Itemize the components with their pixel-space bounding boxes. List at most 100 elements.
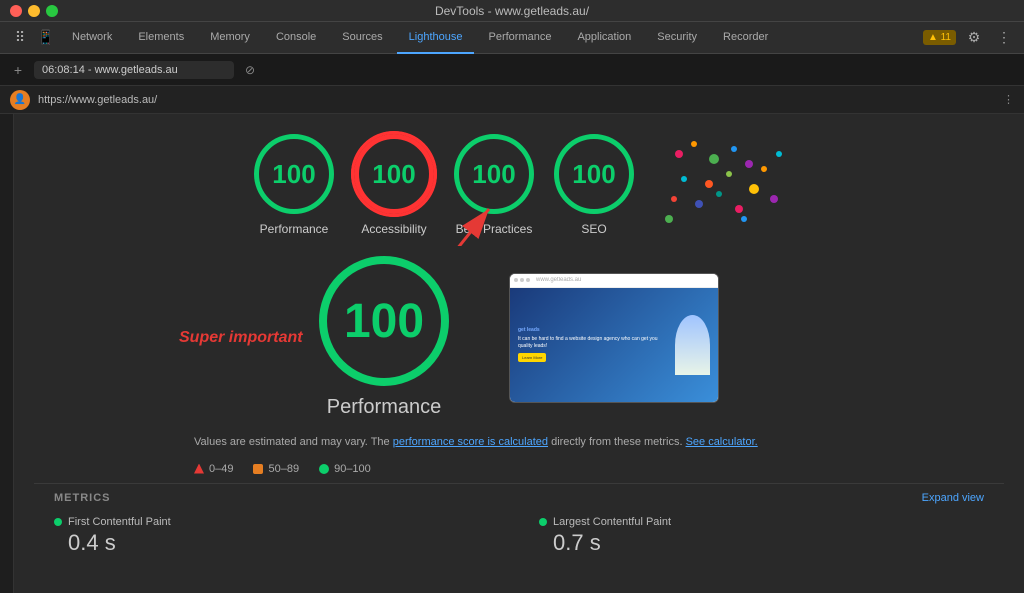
performance-score-link[interactable]: performance score is calculated <box>393 436 548 448</box>
score-circle-accessibility: 100 <box>354 134 434 214</box>
large-score-section: Super important 100 Performance www.getl… <box>14 246 1024 429</box>
tab-recorder[interactable]: Recorder <box>711 22 780 54</box>
tab-memory[interactable]: Memory <box>198 22 262 54</box>
large-score-circle: 100 <box>319 256 449 386</box>
description-text-1: Values are estimated and may vary. The <box>194 436 393 448</box>
scores-row: 100 Performance 100 Accessibility 100 Be… <box>14 114 1024 246</box>
metric-value-lcp: 0.7 s <box>539 530 984 556</box>
preview-nav-dot-3 <box>526 278 530 282</box>
lighthouse-content: 100 Performance 100 Accessibility 100 Be… <box>14 114 1024 593</box>
more-options-icon[interactable]: ⋮ <box>992 26 1016 50</box>
device-toggle-icon[interactable]: 📱 <box>34 26 58 50</box>
metric-dot-lcp <box>539 518 547 526</box>
title-bar: DevTools - www.getleads.au/ <box>0 0 1024 22</box>
warning-badge[interactable]: ▲ 11 <box>923 30 956 45</box>
maximize-button[interactable] <box>46 5 58 17</box>
url-bar: + ⊘ <box>0 54 1024 86</box>
metric-name-lcp: Largest Contentful Paint <box>553 516 671 528</box>
large-score-left: Super important 100 Performance <box>319 256 449 419</box>
settings-icon[interactable]: ⚙ <box>962 26 986 50</box>
score-item-seo: 100 SEO <box>554 134 634 236</box>
nav-menu-icon[interactable]: ⋮ <box>1003 93 1014 106</box>
preview-url-bar: www.getleads.au <box>536 277 714 283</box>
nav-url-text: https://www.getleads.au/ <box>38 94 157 106</box>
score-circle-performance: 100 <box>254 134 334 214</box>
metric-dot-fcp <box>54 518 62 526</box>
preview-headline: It can be hard to find a website design … <box>518 336 669 349</box>
metrics-header: METRICS Expand view <box>54 492 984 504</box>
legend-item-good: 90–100 <box>319 463 371 475</box>
devtools-bar-right: ▲ 11 ⚙ ⋮ <box>923 26 1016 50</box>
score-item-performance: 100 Performance <box>254 134 334 236</box>
preview-hero: get leads It can be hard to find a websi… <box>510 288 718 402</box>
tab-lighthouse[interactable]: Lighthouse <box>397 22 475 54</box>
preview-cta-button: Learn More <box>518 353 546 362</box>
preview-hero-text: get leads It can be hard to find a websi… <box>518 327 669 362</box>
add-tab-icon[interactable]: + <box>8 60 28 80</box>
left-sidebar <box>0 114 14 593</box>
window-title: DevTools - www.getleads.au/ <box>435 4 589 18</box>
metric-item-fcp: First Contentful Paint 0.4 s <box>54 516 499 556</box>
scores-container: 100 Performance 100 Accessibility 100 Be… <box>14 114 1024 246</box>
main-content: 100 Performance 100 Accessibility 100 Be… <box>0 114 1024 593</box>
super-important-label: Super important <box>179 329 303 347</box>
tab-application[interactable]: Application <box>565 22 643 54</box>
metrics-title: METRICS <box>54 492 111 504</box>
legend-icon-fail <box>194 464 204 474</box>
avatar: 👤 <box>10 90 30 110</box>
preview-nav-dot-2 <box>520 278 524 282</box>
legend-icon-average <box>253 464 263 474</box>
close-button[interactable] <box>10 5 22 17</box>
score-label-best-practices: Best Practices <box>456 222 533 236</box>
score-label-seo: SEO <box>581 222 606 236</box>
description-text-2: directly from these metrics. <box>551 436 685 448</box>
preview-logo-text: get leads <box>518 327 669 333</box>
score-item-accessibility: 100 Accessibility <box>354 134 434 236</box>
metric-value-fcp: 0.4 s <box>54 530 499 556</box>
website-preview-inner: www.getleads.au get leads It can be hard… <box>510 274 718 402</box>
metrics-grid: First Contentful Paint 0.4 s Largest Con… <box>54 516 984 556</box>
legend-icon-good <box>319 464 329 474</box>
devtools-tab-bar: ⠿ 📱 Network Elements Memory Console Sour… <box>0 22 1024 54</box>
preview-nav: www.getleads.au <box>510 274 718 288</box>
metric-name-fcp: First Contentful Paint <box>68 516 171 528</box>
calculator-link[interactable]: See calculator. <box>686 436 758 448</box>
confetti-area <box>664 134 784 234</box>
clear-url-icon[interactable]: ⊘ <box>240 60 260 80</box>
score-label-accessibility: Accessibility <box>361 222 426 236</box>
legend-label-average: 50–89 <box>268 463 299 475</box>
tab-sources[interactable]: Sources <box>330 22 394 54</box>
expand-view-button[interactable]: Expand view <box>922 492 984 504</box>
score-value-best-practices: 100 <box>472 159 515 190</box>
legend-item-fail: 0–49 <box>194 463 233 475</box>
legend-label-fail: 0–49 <box>209 463 233 475</box>
legend-label-good: 90–100 <box>334 463 371 475</box>
tab-console[interactable]: Console <box>264 22 328 54</box>
devtools-toggle-icon[interactable]: ⠿ <box>8 26 32 50</box>
nav-url-row: 👤 https://www.getleads.au/ ⋮ <box>0 86 1024 114</box>
url-input[interactable] <box>34 61 234 79</box>
traffic-lights <box>10 5 58 17</box>
score-value-accessibility: 100 <box>372 159 415 190</box>
preview-nav-dot-1 <box>514 278 518 282</box>
score-circle-seo: 100 <box>554 134 634 214</box>
tab-network[interactable]: Network <box>60 22 124 54</box>
tab-security[interactable]: Security <box>645 22 709 54</box>
metrics-section: METRICS Expand view First Contentful Pai… <box>14 484 1024 564</box>
tab-performance[interactable]: Performance <box>476 22 563 54</box>
score-label-performance: Performance <box>260 222 329 236</box>
minimize-button[interactable] <box>28 5 40 17</box>
score-circle-best-practices: 100 <box>454 134 534 214</box>
legend-item-average: 50–89 <box>253 463 299 475</box>
score-item-best-practices: 100 Best Practices <box>454 134 534 236</box>
score-value-seo: 100 <box>572 159 615 190</box>
tab-elements[interactable]: Elements <box>126 22 196 54</box>
metric-name-row-fcp: First Contentful Paint <box>54 516 499 528</box>
website-preview: www.getleads.au get leads It can be hard… <box>509 273 719 403</box>
metric-name-row-lcp: Largest Contentful Paint <box>539 516 984 528</box>
large-score-title: Performance <box>327 396 442 419</box>
score-value-performance: 100 <box>272 159 315 190</box>
large-score-value: 100 <box>344 294 424 349</box>
legend-section: 0–49 50–89 90–100 <box>14 459 1024 483</box>
metric-item-lcp: Largest Contentful Paint 0.7 s <box>539 516 984 556</box>
